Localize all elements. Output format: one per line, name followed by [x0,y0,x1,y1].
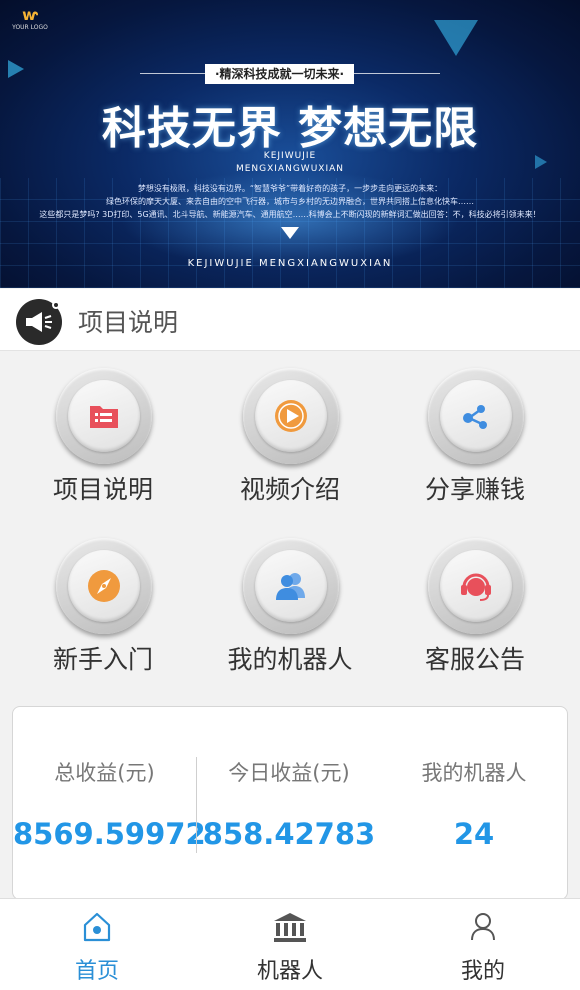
logo-mark-icon: ⱳ [22,6,38,24]
share-icon [463,405,487,429]
banner-subtitle: KEJIWUJIE MENGXIANGWUXIAN [0,150,580,176]
menu-icon-ring [56,368,152,464]
bank-icon [274,913,306,942]
banner-subtitle-line1: KEJIWUJIE [263,151,317,161]
tab-robot[interactable]: 机器人 [193,899,387,990]
earnings-card: 总收益(元) 8569.59972 今日收益(元) 858.42783 我的机器… [12,706,568,900]
banner-title: 科技无界 梦想无限 [101,103,479,154]
bottom-tab-bar: 首页 机器人 我的 [0,898,580,990]
tab-label: 机器人 [256,959,323,984]
stat-label: 我的机器人 [421,761,527,785]
tab-home[interactable]: 首页 [0,899,194,990]
stat-today-earnings: 今日收益(元) 858.42783 [197,707,381,901]
menu-item-video-intro[interactable]: 视频介绍 [197,352,383,522]
list-icon [90,406,118,428]
user-icon [471,913,495,941]
menu-item-my-robots[interactable]: 我的机器人 [197,522,383,692]
logo-text: YOUR LOGO [12,24,48,31]
tab-label: 我的 [460,959,505,984]
menu-icon-ring [428,368,524,464]
menu-label: 分享赚钱 [424,475,525,504]
stat-label: 总收益(元) [54,761,155,785]
stat-total-earnings: 总收益(元) 8569.59972 [13,707,206,901]
menu-label: 客服公告 [424,645,525,674]
menu-label: 我的机器人 [227,645,353,674]
banner-desc-line3: 这些都只是梦吗? 3D打印、5G通讯、北斗导航、新能源汽车、通用航空……科博会上… [39,210,541,219]
headset-icon [461,573,491,601]
menu-icon-ring [56,538,152,634]
home-icon [83,912,111,942]
stat-value: 24 [453,817,495,851]
menu-label: 视频介绍 [239,475,340,504]
menu-label: 新手入门 [52,645,153,674]
notice-bar[interactable]: 项目说明 [0,289,580,351]
menu-icon-ring [243,538,339,634]
stat-label: 今日收益(元) [228,761,350,785]
brand-logo: ⱳ YOUR LOGO [10,6,50,36]
menu-item-share-earn[interactable]: 分享赚钱 [382,352,568,522]
menu-item-beginner-guide[interactable]: 新手入门 [10,522,196,692]
menu-grid: 项目说明 视频介绍 分享赚钱 新手入门 我的机器人 客服公告 [0,352,580,692]
banner-description: 梦想没有极限，科技没有边界。“智慧爷爷”带着好奇的孩子，一步步走向更远的未来： … [30,182,550,221]
menu-icon-ring [243,368,339,464]
stat-value: 8569.59972 [13,817,206,851]
banner-subtitle-line2: MENGXIANGWUXIAN [235,164,345,174]
speaker-icon [16,299,62,345]
triangle-decoration-icon [8,60,24,78]
users-icon [276,573,305,600]
play-icon [275,400,307,432]
triangle-decoration-icon [434,20,478,56]
banner-desc-line1: 梦想没有极限，科技没有边界。“智慧爷爷”带着好奇的孩子，一步步走向更远的未来： [137,184,443,193]
menu-item-customer-service[interactable]: 客服公告 [382,522,568,692]
banner-bottom-tag: KEJIWUJIE MENGXIANGWUXIAN [187,258,393,269]
stat-my-robots: 我的机器人 24 [381,707,567,901]
menu-item-project-info[interactable]: 项目说明 [10,352,196,522]
compass-icon [88,570,120,602]
tab-mine[interactable]: 我的 [386,899,580,990]
notice-text: 项目说明 [78,308,179,337]
tab-label: 首页 [74,959,119,984]
hero-banner[interactable]: ⱳ YOUR LOGO ·精深科技成就一切未来· 科技无界 梦想无限 KEJIW… [0,0,580,288]
menu-label: 项目说明 [52,475,153,504]
stat-value: 858.42783 [202,817,376,851]
menu-icon-ring [428,538,524,634]
down-arrow-icon [281,227,299,239]
banner-slogan: ·精深科技成就一切未来· [205,64,355,84]
banner-desc-line2: 绿色环保的摩天大厦、来去自由的空中飞行器，城市与乡村的无边界融合，世界共同搭上信… [106,197,474,206]
